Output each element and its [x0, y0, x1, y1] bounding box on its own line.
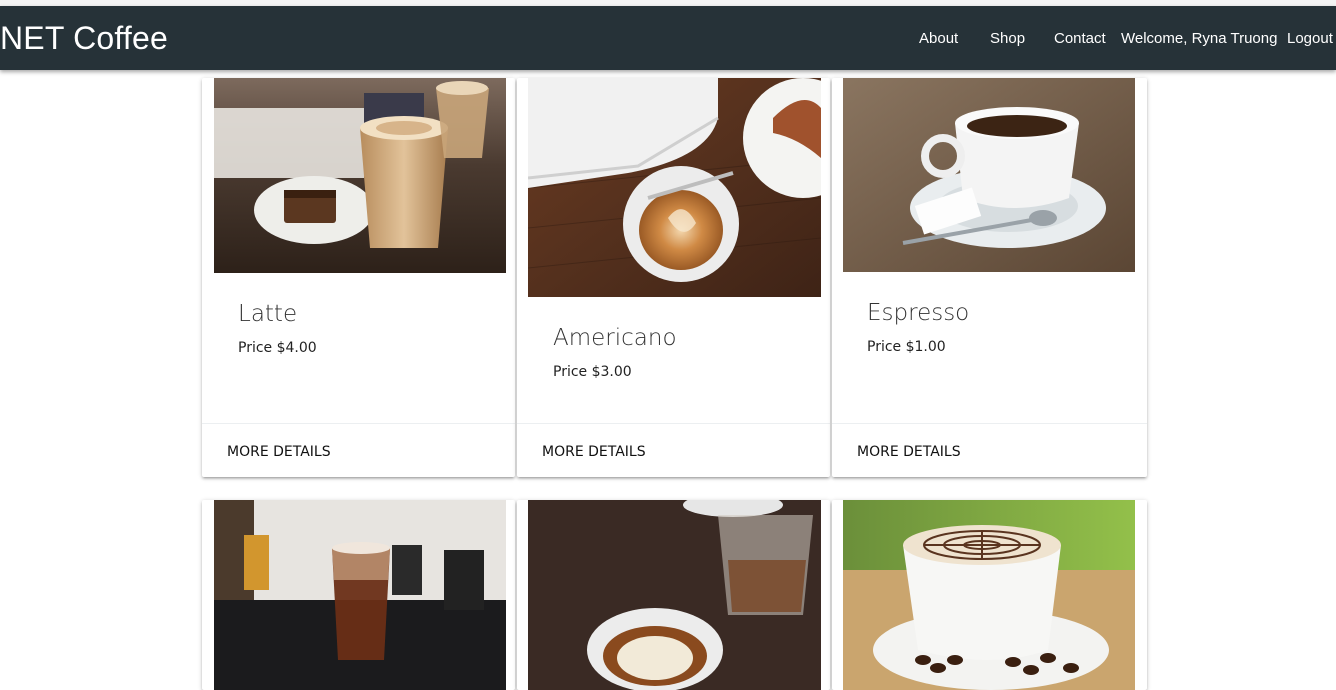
product-name: Latte [238, 301, 298, 327]
product-name: Espresso [867, 300, 970, 326]
product-card [202, 500, 515, 690]
coffee-glass-photo [528, 500, 821, 690]
card-action: MORE DETAILS [832, 423, 1147, 477]
welcome-text: Welcome, Ryna Truong [1121, 30, 1278, 47]
nav-logout[interactable]: Logout [1287, 30, 1333, 47]
espresso-photo [843, 78, 1135, 272]
more-details-link[interactable]: MORE DETAILS [542, 444, 646, 460]
nav-contact[interactable]: Contact [1054, 30, 1106, 47]
product-price: Price $4.00 [238, 340, 317, 356]
navbar: NET Coffee About Shop Contact Welcome, R… [0, 6, 1336, 70]
product-card: Latte Price $4.00 MORE DETAILS [202, 78, 515, 477]
product-card: Americano Price $3.00 MORE DETAILS [517, 78, 830, 477]
nav-shop[interactable]: Shop [990, 30, 1025, 47]
product-card [517, 500, 830, 690]
card-action: MORE DETAILS [202, 423, 515, 477]
iced-coffee-photo [214, 500, 506, 690]
product-card: Espresso Price $1.00 MORE DETAILS [832, 78, 1147, 477]
nav-about[interactable]: About [919, 30, 958, 47]
product-card [832, 500, 1147, 690]
mocha-photo [843, 500, 1135, 690]
brand-logo[interactable]: NET Coffee [0, 20, 168, 57]
americano-photo [528, 78, 821, 297]
latte-photo [214, 78, 506, 273]
more-details-link[interactable]: MORE DETAILS [857, 444, 961, 460]
card-action: MORE DETAILS [517, 423, 830, 477]
product-name: Americano [553, 325, 677, 351]
product-price: Price $1.00 [867, 339, 946, 355]
product-price: Price $3.00 [553, 364, 632, 380]
more-details-link[interactable]: MORE DETAILS [227, 444, 331, 460]
